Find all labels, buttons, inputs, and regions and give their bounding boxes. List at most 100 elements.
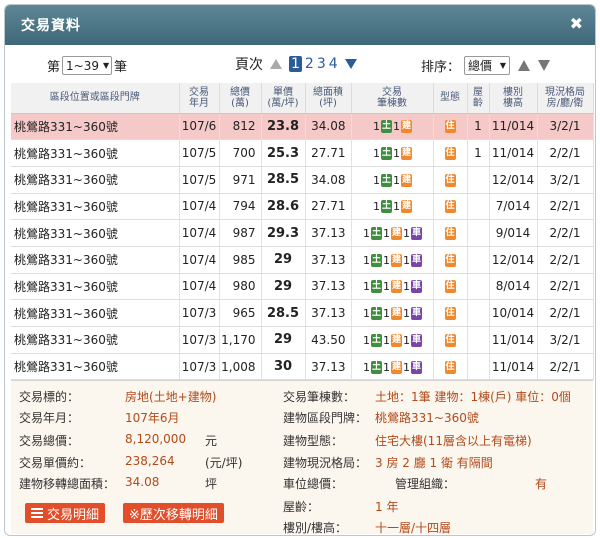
cell-type: 住 (433, 193, 468, 221)
col-header-unit-price[interactable]: 單價 (萬/坪) (261, 83, 306, 114)
table-row[interactable]: 桃鶯路331~360號 107/5 971 28.5 34.08 1 土 1 建住 12/014 3… (11, 166, 594, 194)
col-header-floor[interactable]: 樓別 樓高 (489, 83, 538, 114)
building-count: 1 (393, 147, 400, 161)
sort-control: 排序： 總價 ▼ (421, 56, 551, 75)
cell-unit-price: 28.6 (261, 193, 306, 221)
table-row[interactable]: 桃鶯路331~360號 107/6 812 23.8 34.08 1 土 1 建住 1 11/014… (11, 113, 594, 141)
land-count: 1 (373, 173, 380, 187)
cell-type: 住 (433, 299, 468, 327)
cell-age (467, 326, 490, 354)
land-count: 1 (373, 147, 380, 161)
page-link-1[interactable]: 1 (289, 56, 302, 72)
cell-layout: 3/2/1 (537, 326, 594, 354)
col-header-price[interactable]: 總價 (萬) (219, 83, 262, 114)
detail-parking-price: 車位總價： (283, 477, 344, 491)
table-row[interactable]: 桃鶯路331~360號 107/4 985 29 37.13 1 土 1 建 1 車住 12/014 2… (11, 246, 594, 274)
transfer-history-button[interactable]: ※歷次移轉明細 (123, 503, 224, 523)
sort-select[interactable]: 總價 ▼ (464, 56, 511, 75)
parking-icon: 車 (411, 280, 422, 294)
transaction-table: 區段位置或區段門牌 交易 年月 總價 (萬) 單價 (萬/坪) 總面積 (坪) … (11, 83, 594, 381)
cell-count: 1土1建 (351, 166, 434, 194)
page-link-2[interactable]: 2 (305, 56, 314, 72)
land-icon: 土 (381, 120, 392, 134)
cell-layout: 2/2/1 (537, 353, 594, 381)
cell-area: 34.08 (305, 166, 352, 194)
table-row[interactable]: 桃鶯路331~360號 107/4 980 29 37.13 1 土 1 建 1 車住 8/014 2/… (11, 273, 594, 301)
cell-floor: 8/014 (489, 273, 538, 301)
cell-layout: 3/2/1 (537, 166, 594, 194)
page-link-4[interactable]: 4 (329, 56, 338, 72)
residential-icon: 住 (444, 147, 456, 161)
cell-floor: 11/014 (489, 353, 538, 381)
pager: 頁次 1 2 3 4 (235, 54, 357, 74)
building-count: 1 (383, 333, 390, 347)
cell-address: 桃鶯路331~360號 (11, 219, 180, 247)
cell-date: 107/3 (179, 299, 220, 327)
sort-ascending-icon[interactable] (518, 60, 531, 71)
cell-area: 37.13 (305, 273, 352, 301)
cell-area: 34.08 (305, 113, 352, 141)
page-size-select[interactable]: 1~39 ▼ (62, 56, 113, 75)
cell-area: 27.71 (305, 139, 352, 167)
page-link-3[interactable]: 3 (317, 56, 326, 72)
cell-unit-price: 30 (261, 353, 306, 381)
detail-floor: 樓別/樓高： 十一層/十四層 (283, 521, 452, 535)
residential-icon: 住 (444, 200, 456, 214)
col-header-address[interactable]: 區段位置或區段門牌 (11, 83, 180, 114)
land-count: 1 (363, 227, 370, 241)
cell-age (467, 273, 490, 301)
cell-floor: 12/014 (489, 166, 538, 194)
table-row[interactable]: 桃鶯路331~360號 107/5 700 25.3 27.71 1 土 1 建住 1 11/014… (11, 139, 594, 167)
cell-area: 27.71 (305, 193, 352, 221)
prev-page-icon[interactable] (270, 59, 282, 69)
col-header-date[interactable]: 交易 年月 (179, 83, 220, 114)
table-row[interactable]: 桃鶯路331~360號 107/3 1,008 30 37.13 1 土 1 建 1 車住 11/01… (11, 353, 594, 381)
building-count: 1 (383, 253, 390, 267)
land-count: 1 (373, 120, 380, 134)
building-icon: 建 (391, 280, 402, 294)
col-header-count[interactable]: 交易 筆棟數 (351, 83, 434, 114)
land-count: 1 (363, 253, 370, 267)
cell-count: 1土1建 (351, 139, 434, 167)
table-row[interactable]: 桃鶯路331~360號 107/3 1,170 29 43.50 1 土 1 建 1 車住 11/01… (11, 326, 594, 354)
cell-age (467, 246, 490, 274)
menu-icon (31, 508, 43, 518)
cell-type: 住 (433, 246, 468, 274)
cell-count: 1土1建1車 (351, 246, 434, 274)
parking-count: 1 (403, 280, 410, 294)
cell-address: 桃鶯路331~360號 (11, 246, 180, 274)
sort-descending-icon[interactable] (538, 60, 551, 71)
close-icon[interactable]: ✖ (570, 15, 583, 33)
residential-icon: 住 (444, 333, 456, 347)
cell-layout: 2/2/1 (537, 299, 594, 327)
table-row[interactable]: 桃鶯路331~360號 107/4 794 28.6 27.71 1 土 1 建住 7/014 2/… (11, 193, 594, 221)
land-icon: 土 (371, 307, 382, 321)
cell-type: 住 (433, 166, 468, 194)
building-icon: 建 (391, 360, 402, 374)
cell-price: 971 (219, 166, 262, 194)
cell-type: 住 (433, 326, 468, 354)
parking-count: 1 (403, 227, 410, 241)
cell-price: 980 (219, 273, 262, 301)
land-icon: 土 (371, 227, 382, 241)
table-row[interactable]: 桃鶯路331~360號 107/4 987 29.3 37.13 1 土 1 建 1 車住 9/014… (11, 219, 594, 247)
col-header-age[interactable]: 屋 齡 (467, 83, 490, 114)
residential-icon: 住 (444, 253, 456, 267)
transaction-detail-button[interactable]: 交易明細 (25, 503, 106, 523)
cell-unit-price: 29.3 (261, 219, 306, 247)
cell-address: 桃鶯路331~360號 (11, 299, 180, 327)
window-titlebar: 交易資料 ✖ (5, 5, 595, 45)
transaction-details: 交易標的： 房地(土地+建物) 交易年月： 107年6月 交易總價： 8,120… (11, 380, 593, 535)
residential-icon: 住 (444, 173, 456, 187)
cell-count: 1土1建 (351, 113, 434, 141)
detail-target: 交易標的： 房地(土地+建物) (19, 390, 217, 404)
col-header-type[interactable]: 型態 (433, 83, 468, 114)
col-header-area[interactable]: 總面積 (坪) (305, 83, 352, 114)
col-header-layout[interactable]: 現況格局 房/廳/衛 (537, 83, 594, 114)
cell-unit-price: 28.5 (261, 299, 306, 327)
page-size-prefix: 第 (47, 60, 61, 75)
cell-price: 985 (219, 246, 262, 274)
next-page-icon[interactable] (344, 59, 357, 69)
table-row[interactable]: 桃鶯路331~360號 107/3 965 28.5 37.13 1 土 1 建 1 車住 10/01… (11, 299, 594, 327)
cell-type: 住 (433, 113, 468, 141)
